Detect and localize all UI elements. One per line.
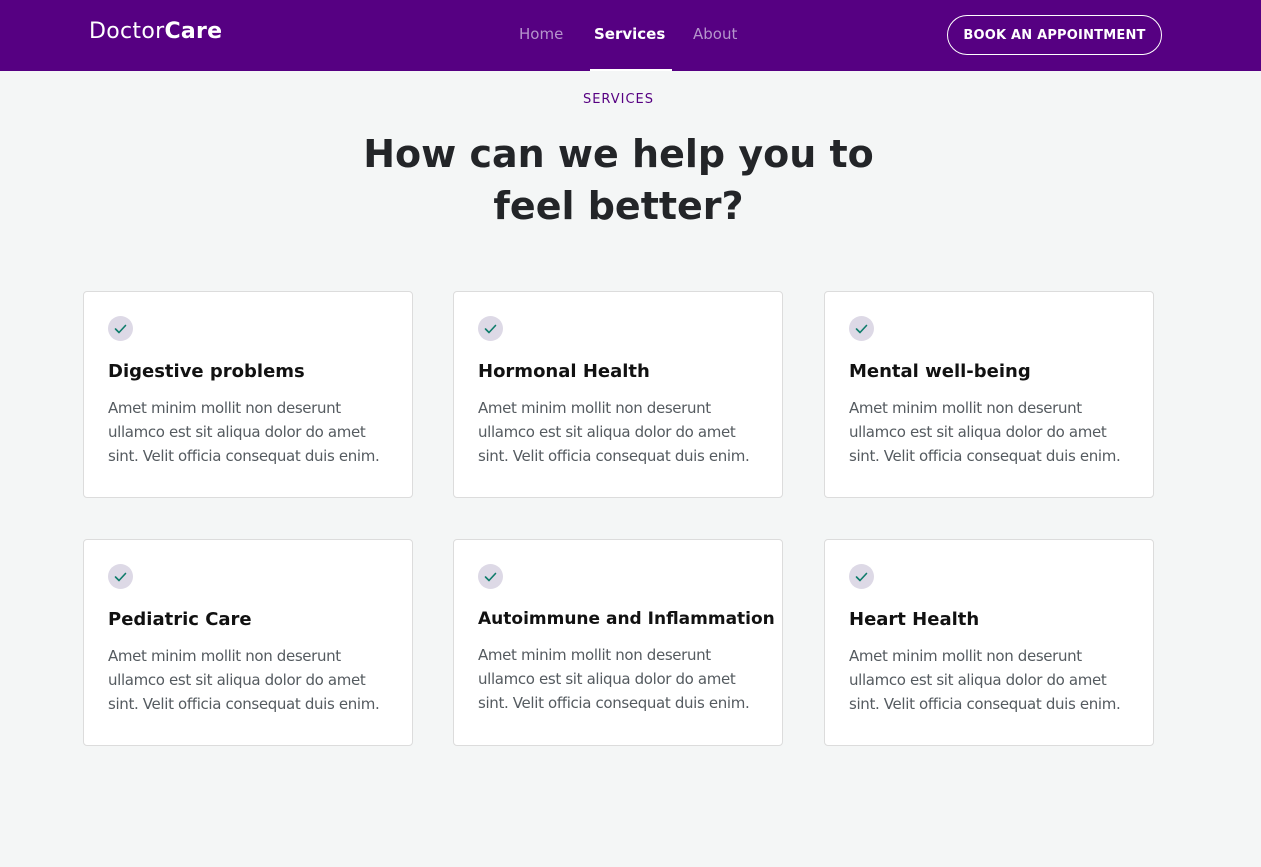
- section-title-line1: How can we help you to: [363, 132, 874, 176]
- service-description: Amet minim mollit non deserunt ullamco e…: [849, 647, 1121, 713]
- service-card-heart[interactable]: Heart Health Amet minim mollit non deser…: [824, 539, 1154, 746]
- check-icon: [849, 564, 874, 589]
- nav-home[interactable]: Home: [519, 25, 563, 43]
- check-icon: [478, 564, 503, 589]
- active-nav-indicator: [590, 69, 672, 71]
- service-description: Amet minim mollit non deserunt ullamco e…: [478, 646, 750, 712]
- service-description: Amet minim mollit non deserunt ullamco e…: [108, 399, 380, 465]
- check-icon: [108, 564, 133, 589]
- service-title: Pediatric Care: [108, 609, 252, 630]
- service-title: Autoimmune and Inflammation: [478, 609, 775, 629]
- site-header: DoctorCare Home Services About BOOK AN A…: [0, 0, 1261, 71]
- nav-about[interactable]: About: [693, 25, 737, 43]
- check-icon: [108, 316, 133, 341]
- service-card-autoimmune[interactable]: Autoimmune and Inflammation Amet minim m…: [453, 539, 783, 746]
- section-title-line2: feel better?: [493, 184, 744, 228]
- section-eyebrow: SERVICES: [582, 92, 655, 107]
- service-description: Amet minim mollit non deserunt ullamco e…: [108, 647, 380, 713]
- section-title: How can we help you to feel better?: [0, 128, 1237, 232]
- service-title: Mental well-being: [849, 361, 1031, 382]
- service-title: Heart Health: [849, 609, 980, 630]
- nav-services[interactable]: Services: [594, 25, 665, 43]
- check-icon: [478, 316, 503, 341]
- service-description: Amet minim mollit non deserunt ullamco e…: [849, 399, 1121, 465]
- check-icon: [849, 316, 874, 341]
- service-title: Digestive problems: [108, 361, 305, 382]
- service-card-hormonal[interactable]: Hormonal Health Amet minim mollit non de…: [453, 291, 783, 498]
- book-appointment-button[interactable]: BOOK AN APPOINTMENT: [947, 15, 1162, 55]
- service-card-pediatric[interactable]: Pediatric Care Amet minim mollit non des…: [83, 539, 413, 746]
- service-card-mental[interactable]: Mental well-being Amet minim mollit non …: [824, 291, 1154, 498]
- service-card-digestive[interactable]: Digestive problems Amet minim mollit non…: [83, 291, 413, 498]
- service-title: Hormonal Health: [478, 361, 650, 382]
- service-description: Amet minim mollit non deserunt ullamco e…: [478, 399, 750, 465]
